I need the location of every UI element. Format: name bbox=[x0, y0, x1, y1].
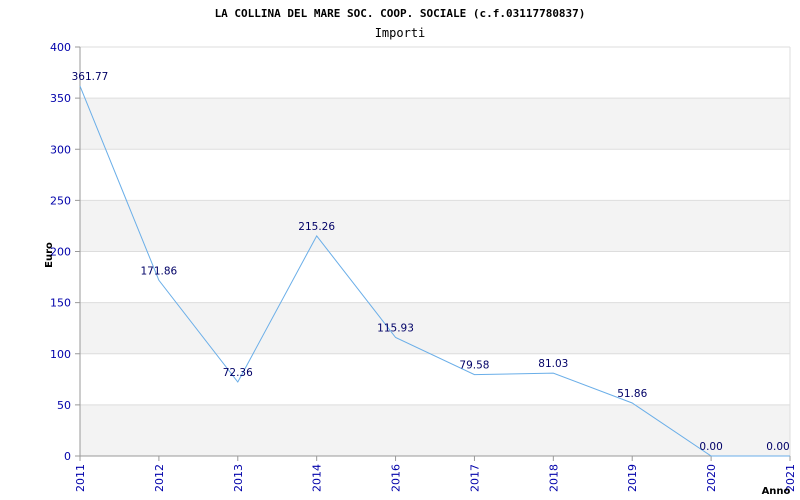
y-tick-label: 350 bbox=[50, 92, 71, 105]
x-tick-label: 2020 bbox=[705, 464, 718, 492]
x-axis-label: Anno bbox=[762, 486, 791, 497]
background-band bbox=[80, 200, 790, 252]
data-label: 72.36 bbox=[223, 367, 253, 379]
background-band bbox=[80, 302, 790, 354]
y-axis-label: Euro bbox=[44, 242, 55, 268]
y-tick-label: 400 bbox=[50, 41, 71, 54]
data-label: 171.86 bbox=[141, 265, 178, 277]
background-band bbox=[80, 404, 790, 456]
background-bands bbox=[80, 98, 790, 456]
y-tick-label: 50 bbox=[57, 399, 71, 412]
x-tick-label: 2018 bbox=[547, 464, 560, 492]
chart-subtitle: Importi bbox=[375, 26, 426, 40]
data-label: 0.00 bbox=[766, 441, 789, 453]
x-tick-label: 2012 bbox=[153, 464, 166, 492]
x-tick-label: 2011 bbox=[74, 464, 87, 492]
line-chart: 050100150200250300350400 2011 2012 2013 201… bbox=[44, 7, 797, 497]
x-tick-label: 2013 bbox=[232, 464, 245, 492]
x-tick-label: 2017 bbox=[468, 464, 481, 492]
background-band bbox=[80, 98, 790, 150]
x-tick-labels: 2011 2012 2013 2014 2016 2017 2018 2019 2020 2021 bbox=[74, 464, 797, 492]
data-label: 215.26 bbox=[298, 221, 335, 233]
y-tick-label: 0 bbox=[64, 450, 71, 463]
data-label: 0.00 bbox=[699, 441, 722, 453]
y-tick-label: 250 bbox=[50, 194, 71, 207]
data-label: 81.03 bbox=[538, 358, 568, 370]
y-tick-label: 150 bbox=[50, 297, 71, 310]
x-tick-label: 2019 bbox=[626, 464, 639, 492]
x-tick-label: 2014 bbox=[311, 464, 324, 492]
y-tick-label: 100 bbox=[50, 348, 71, 361]
data-label: 51.86 bbox=[617, 388, 647, 400]
x-tick-label: 2016 bbox=[390, 464, 403, 492]
y-tick-label: 300 bbox=[50, 143, 71, 156]
data-label: 115.93 bbox=[377, 322, 414, 334]
chart-title: LA COLLINA DEL MARE SOC. COOP. SOCIALE (… bbox=[215, 7, 586, 20]
data-label: 361.77 bbox=[72, 71, 109, 83]
data-label: 79.58 bbox=[459, 360, 489, 372]
